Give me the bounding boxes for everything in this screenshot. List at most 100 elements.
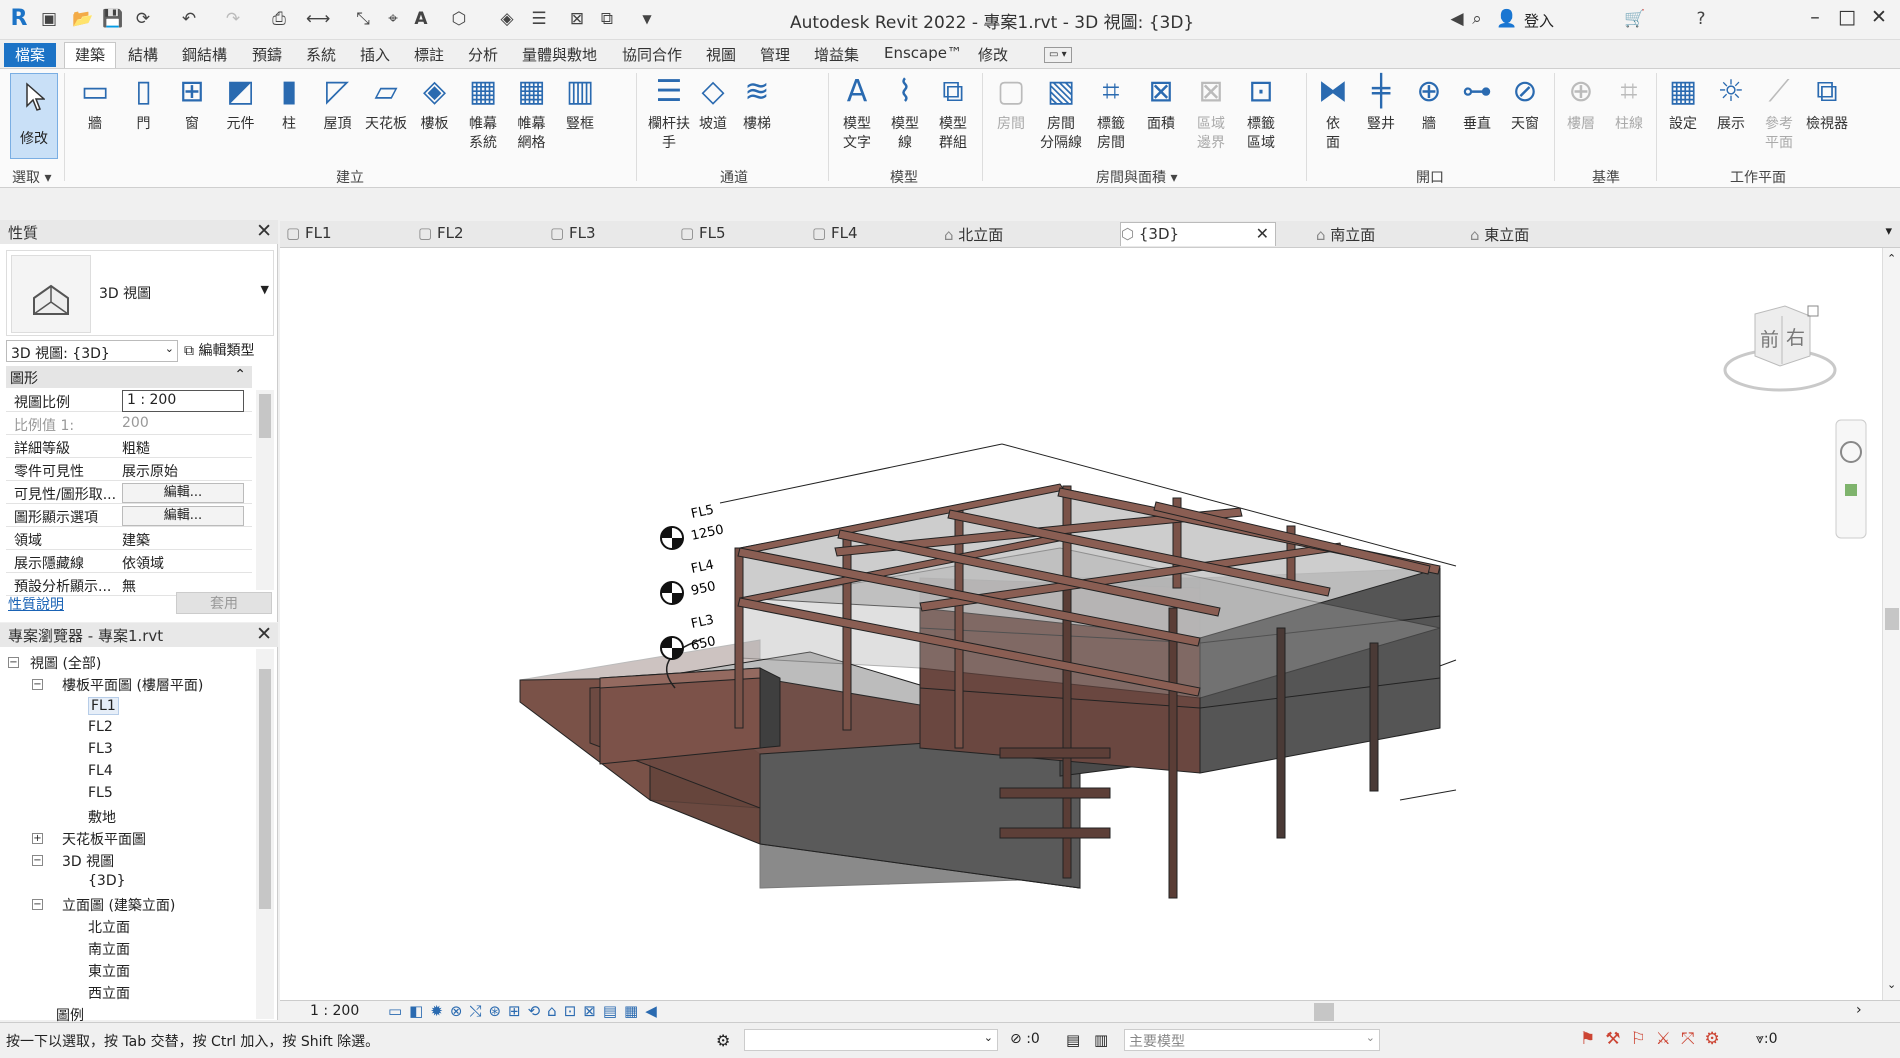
tab-enscape[interactable]: Enscape™ (884, 44, 962, 66)
build-button-9[interactable]: ▦ 帷幕 網格 (509, 73, 555, 153)
search-back-icon[interactable]: ◀ (1446, 8, 1468, 30)
workset-select[interactable]: ⌄ (744, 1029, 998, 1051)
property-row[interactable]: 可見性/圖形取... 編輯... (6, 482, 252, 504)
instance-select[interactable]: 3D 視圖: {3D} ⌄ (6, 340, 178, 362)
browser-item[interactable]: 樓板平面圖 (樓層平面) (62, 675, 203, 695)
browser-item[interactable]: 敷地 (88, 807, 116, 827)
3d-view-canvas[interactable]: FL5 1250 FL4 950 FL3 650 前 右 (280, 248, 1882, 1000)
dimension-icon[interactable]: ⤡ (352, 8, 374, 30)
property-value-input[interactable]: 1 : 200 (122, 390, 244, 412)
tag-icon[interactable]: ⌖ (382, 8, 404, 30)
model-button-2[interactable]: ⧉ 模型 群組 (930, 73, 976, 153)
view-control-icons[interactable]: ▭◧✹⊗⤭⊛⊞⟲⌂⊡⊠▤▦◀ (388, 1002, 664, 1020)
browser-item[interactable]: FL4 (88, 763, 113, 779)
browser-item[interactable]: FL3 (88, 741, 113, 757)
build-button-4[interactable]: ▮ 柱 (266, 73, 312, 134)
tree-toggle-icon[interactable]: + (32, 833, 43, 844)
close-icon[interactable]: ✕ (256, 623, 272, 645)
room-button-0[interactable]: ▢ 房間 (988, 73, 1034, 134)
redo-icon[interactable]: ↷ (222, 8, 244, 30)
viewcube[interactable]: 前 右 (1723, 305, 1837, 392)
browser-scrollbar[interactable] (256, 649, 274, 1019)
revit-logo-icon[interactable]: R (8, 8, 30, 30)
property-row[interactable]: 零件可見性 展示原始 (6, 459, 252, 481)
tab-insert[interactable]: 插入 (360, 44, 390, 66)
circulation-button-2[interactable]: ≋ 樓梯 (734, 73, 780, 134)
room-button-5[interactable]: ⊡ 標籤 區域 (1238, 73, 1284, 153)
selection-filter-icons[interactable]: ⚑⚒⚐⚔⤧⚙ (1580, 1029, 1730, 1049)
room-button-4[interactable]: ⊠ 區域 邊界 (1188, 73, 1234, 153)
text-icon[interactable]: A (410, 8, 432, 30)
select-group-label[interactable]: 選取 ▾ (12, 167, 51, 187)
view-tab[interactable]: ⬡ {3D} ✕ (1120, 222, 1276, 246)
browser-item[interactable]: FL1 (88, 697, 119, 715)
opening-button-3[interactable]: ⊶ 垂直 (1454, 73, 1500, 134)
edit-type-button[interactable]: ⧉ 編輯類型 (184, 340, 254, 360)
exclude-options-icon[interactable]: ▥ (1094, 1031, 1108, 1049)
workplane-button-2[interactable]: ⟋ 參考 平面 (1756, 73, 1802, 153)
measure-icon[interactable]: ⟷ (306, 8, 330, 30)
tree-toggle-icon[interactable]: − (8, 657, 19, 668)
home-icon[interactable]: ▣ (38, 8, 60, 30)
workset-icon[interactable]: ⚙ (716, 1031, 730, 1050)
view-tab[interactable]: ⌂ 南立面 (1316, 224, 1375, 248)
customize-toolbar-icon[interactable]: ▼ (636, 8, 658, 30)
opening-button-0[interactable]: ⧓ 依面 (1310, 73, 1356, 153)
property-row[interactable]: 比例值 1: 200 (6, 413, 252, 435)
property-row[interactable]: 展示隱藏線 依領域 (6, 551, 252, 573)
filter-count[interactable]: ⩔:0 (1756, 1031, 1778, 1047)
tab-collaborate[interactable]: 協同合作 (622, 44, 682, 66)
view-tab[interactable]: ▢ FL2 (418, 224, 463, 248)
browser-item[interactable]: {3D} (88, 873, 126, 889)
minimize-button[interactable]: – (1800, 6, 1830, 34)
room-button-2[interactable]: ⌗ 標籤 房間 (1088, 73, 1134, 153)
view-tab[interactable]: ▢ FL5 (680, 224, 725, 248)
building-model[interactable]: FL51250FL4950FL3650 前 右 (280, 248, 1882, 1000)
close-button[interactable]: ✕ (1864, 6, 1894, 34)
open-icon[interactable]: 📂 (72, 8, 94, 30)
property-edit-button[interactable]: 編輯... (122, 506, 244, 526)
browser-item[interactable]: FL2 (88, 719, 113, 735)
build-button-5[interactable]: ◸ 屋頂 (315, 73, 361, 134)
tab-file[interactable]: 檔案 (4, 43, 56, 67)
browser-item[interactable]: 天花板平面圖 (62, 829, 146, 849)
design-options-icon[interactable]: ▤ (1066, 1031, 1080, 1049)
tree-toggle-icon[interactable]: − (32, 899, 43, 910)
view-tab[interactable]: ▢ FL1 (286, 224, 331, 248)
tab-annotate[interactable]: 標註 (414, 44, 444, 66)
cart-icon[interactable]: 🛒 (1624, 8, 1646, 30)
browser-item[interactable]: 北立面 (88, 917, 130, 937)
build-button-0[interactable]: ▭ 牆 (72, 73, 118, 134)
browser-item[interactable]: 3D 視圖 (62, 851, 114, 871)
property-row[interactable]: 視圖比例 1 : 200 (6, 390, 252, 412)
property-row[interactable]: 領域 建築 (6, 528, 252, 550)
save-icon[interactable]: 💾 (102, 8, 124, 30)
tree-toggle-icon[interactable]: − (32, 679, 43, 690)
binoculars-icon[interactable]: ⌕ (1466, 8, 1488, 30)
properties-help-link[interactable]: 性質說明 (8, 594, 64, 614)
type-selector[interactable]: 3D 視圖 ▼ (6, 250, 274, 336)
view-tab[interactable]: ▢ FL4 (812, 224, 857, 248)
opening-button-2[interactable]: ⊕ 牆 (1406, 73, 1452, 134)
switch-windows-icon[interactable]: ⧉ (596, 8, 618, 30)
room-area-group-label[interactable]: 房間與面積 ▾ (1096, 167, 1177, 187)
view-tab[interactable]: ⌂ 東立面 (1470, 224, 1529, 248)
tab-manage[interactable]: 管理 (760, 44, 790, 66)
tab-steel[interactable]: 鋼結構 (182, 44, 227, 66)
build-button-8[interactable]: ▦ 帷幕 系統 (460, 73, 506, 153)
tab-analyze[interactable]: 分析 (468, 44, 498, 66)
close-tab-icon[interactable]: ✕ (1256, 224, 1269, 243)
build-button-7[interactable]: ◈ 樓板 (412, 73, 458, 134)
model-button-0[interactable]: A 模型 文字 (834, 73, 880, 153)
graphics-section-header[interactable]: 圖形 ⌃ (6, 366, 252, 388)
circulation-button-0[interactable]: ☰ 欄杆扶手 (646, 73, 692, 153)
sync-icon[interactable]: ⟳ (132, 8, 154, 30)
datum-button-1[interactable]: ⌗ 柱線 (1606, 73, 1652, 134)
browser-item[interactable]: 東立面 (88, 961, 130, 981)
tab-modify[interactable]: 修改 (978, 44, 1008, 66)
browser-item[interactable]: 立面圖 (建築立面) (62, 895, 175, 915)
tab-view[interactable]: 視圖 (706, 44, 736, 66)
navigation-bar[interactable] (1835, 419, 1867, 539)
tab-precast[interactable]: 預鑄 (252, 44, 282, 66)
tab-architecture[interactable]: 建築 (64, 42, 117, 68)
